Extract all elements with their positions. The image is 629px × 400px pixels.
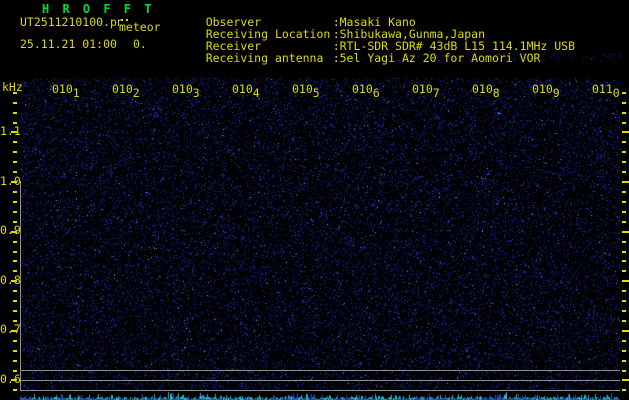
y-axis-tick-right — [622, 92, 626, 94]
y-axis-tick-right — [622, 379, 629, 381]
y-axis-tick-right — [622, 280, 629, 282]
x-label-dropped-digit: 3 — [192, 86, 200, 100]
y-axis-tick-right — [622, 141, 626, 143]
y-axis-tick-left — [13, 241, 17, 243]
y-axis-tick-left — [13, 251, 17, 253]
y-axis-tick-left — [13, 171, 17, 173]
echo-count: 0. — [133, 37, 147, 51]
y-axis-tick-right — [622, 389, 626, 391]
level-box-mid-line — [20, 380, 620, 381]
x-axis-tick-label: 0104 — [232, 82, 260, 100]
x-label-dropped-digit: 1 — [72, 86, 80, 100]
x-label-dropped-digit: 8 — [492, 86, 500, 100]
x-axis-tick-label: 0102 — [112, 82, 140, 100]
x-axis-tick-label: 0105 — [292, 82, 320, 100]
x-label-dropped-digit: 0 — [612, 86, 620, 100]
x-axis-tick-label: 0106 — [352, 82, 380, 100]
y-axis-tick-right — [622, 201, 626, 203]
y-axis-tick-right — [622, 131, 629, 133]
y-axis-tick-right — [622, 360, 626, 362]
y-axis-tick-right — [622, 310, 626, 312]
y-axis-tick-right — [622, 370, 626, 372]
y-axis-tick-right — [622, 270, 626, 272]
y-axis-tick-left — [13, 122, 17, 124]
y-axis-tick-left — [11, 330, 17, 332]
y-axis-tick-right — [622, 241, 626, 243]
output-filename: UT2511210100.pn — [20, 15, 124, 29]
y-axis-tick-right — [622, 330, 629, 332]
y-axis-tick-right — [622, 122, 626, 124]
y-axis-tick-left — [13, 389, 17, 391]
x-label-dropped-digit: 5 — [312, 86, 320, 100]
y-axis-tick-left — [11, 181, 17, 183]
x-axis-tick-label: 0107 — [412, 82, 440, 100]
y-axis-tick-left — [13, 270, 17, 272]
x-axis-tick-label: 0108 — [472, 82, 500, 100]
y-axis-tick-left — [13, 260, 17, 262]
x-axis-tick-label: 0103 — [172, 82, 200, 100]
y-axis-tick-left — [13, 211, 17, 213]
y-axis-tick-left — [11, 131, 17, 133]
y-axis-tick-left — [13, 370, 17, 372]
y-axis-tick-right — [622, 181, 629, 183]
y-axis-tick-right — [622, 102, 626, 104]
level-box-bottom-line — [20, 390, 620, 391]
level-box-top-line — [20, 370, 620, 371]
observation-datetime: 25.11.21 01:00 — [20, 37, 117, 51]
y-axis-tick-left — [13, 340, 17, 342]
y-axis-tick-right — [622, 300, 626, 302]
x-label-dropped-digit: 6 — [372, 86, 380, 100]
y-axis-tick-left — [13, 360, 17, 362]
y-axis-tick-right — [622, 161, 626, 163]
y-axis-tick-left — [13, 151, 17, 153]
y-axis-tick-right — [622, 231, 629, 233]
y-axis-tick-right — [622, 191, 626, 193]
y-axis-tick-right — [622, 260, 626, 262]
info-row-antenna: Receiving antenna :5el Yagi Az 20 for Aom… — [178, 39, 541, 78]
x-axis-tick-label: 0109 — [532, 82, 560, 100]
y-axis-tick-left — [13, 102, 17, 104]
y-axis-tick-right — [622, 251, 626, 253]
info-value: :5el Yagi Az 20 for Aomori VOR — [332, 51, 541, 65]
y-axis-tick-left — [13, 310, 17, 312]
y-axis-tick-right — [622, 112, 626, 114]
y-axis-tick-left — [13, 300, 17, 302]
y-axis-tick-right — [622, 320, 626, 322]
y-axis-tick-left — [13, 350, 17, 352]
y-axis-tick-left — [11, 280, 17, 282]
x-axis-tick-label: 0101 — [52, 82, 80, 100]
hrofft-screen: H R O F F T UT2511210100.pn meteor 25.11… — [0, 0, 629, 400]
y-axis-tick-left — [13, 221, 17, 223]
y-axis-tick-left — [13, 320, 17, 322]
y-axis-tick-left — [13, 201, 17, 203]
x-axis-tick-label: 0110 — [592, 82, 620, 100]
info-label: Receiving antenna — [205, 51, 324, 65]
y-axis-tick-right — [622, 350, 626, 352]
x-label-dropped-digit: 2 — [132, 86, 140, 100]
y-axis-tick-right — [622, 211, 626, 213]
x-label-dropped-digit: 7 — [432, 86, 440, 100]
y-axis-tick-left — [13, 92, 17, 94]
y-axis-tick-right — [622, 290, 626, 292]
y-axis-tick-left — [11, 231, 17, 233]
y-axis-tick-left — [11, 379, 17, 381]
y-axis-tick-right — [622, 171, 626, 173]
y-axis-tick-left — [13, 290, 17, 292]
y-axis-tick-right — [622, 221, 626, 223]
y-axis-tick-right — [622, 151, 626, 153]
station-name: meteor — [119, 20, 163, 34]
y-axis-tick-left — [13, 191, 17, 193]
y-axis-tick-left — [13, 161, 17, 163]
x-label-dropped-digit: 4 — [252, 86, 260, 100]
y-axis-tick-left — [13, 112, 17, 114]
app-title: H R O F F T — [42, 2, 155, 16]
y-axis-tick-right — [622, 340, 626, 342]
x-label-dropped-digit: 9 — [552, 86, 560, 100]
y-axis-tick-left — [13, 141, 17, 143]
